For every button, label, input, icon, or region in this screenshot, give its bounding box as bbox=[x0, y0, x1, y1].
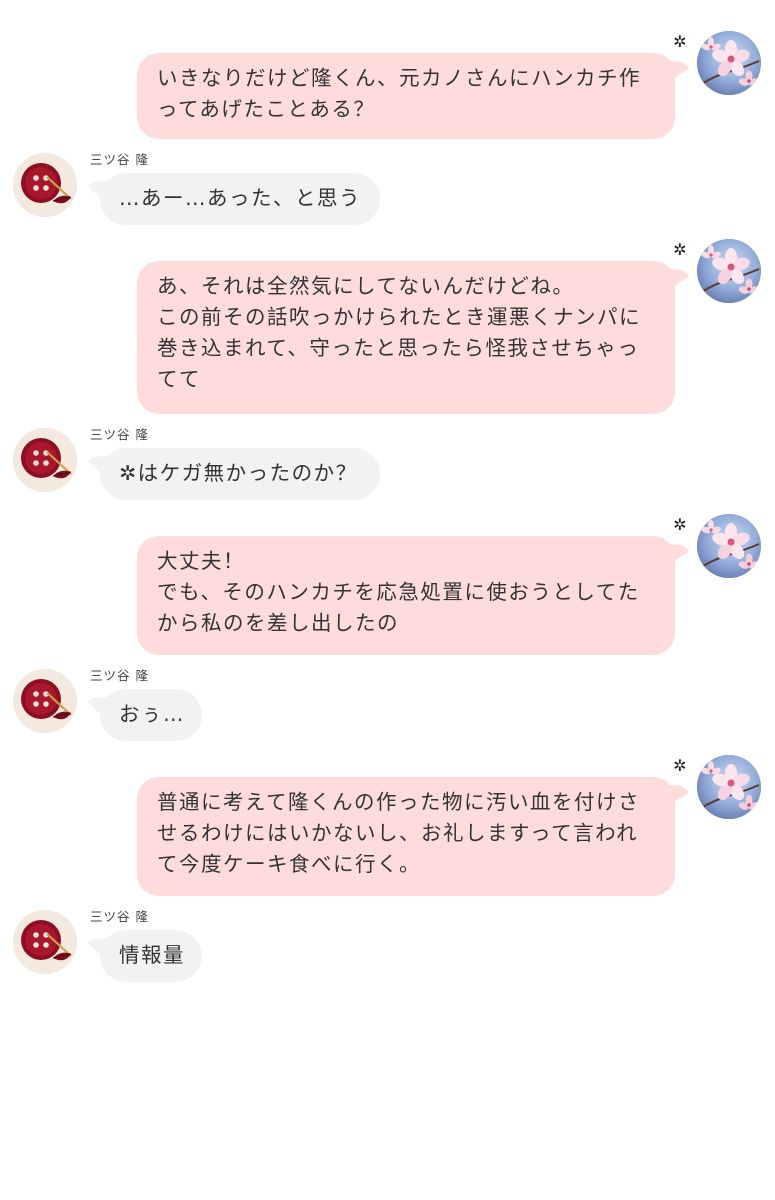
message-bubble[interactable]: おぅ… bbox=[100, 689, 202, 741]
cherry-blossom-icon bbox=[697, 755, 761, 819]
self-avatar[interactable] bbox=[697, 239, 761, 303]
message-bubble[interactable]: ✲はケガ無かったのか？ bbox=[100, 448, 380, 500]
cherry-blossom-icon bbox=[697, 514, 761, 578]
sender-name: 三ツ谷 隆 bbox=[90, 668, 149, 683]
other-avatar[interactable] bbox=[13, 428, 77, 492]
red-button-needle-icon bbox=[13, 910, 77, 974]
message-bubble[interactable]: 情報量 bbox=[100, 930, 202, 982]
red-button-needle-icon bbox=[13, 669, 77, 733]
sender-name: 三ツ谷 隆 bbox=[90, 427, 149, 442]
red-button-needle-icon bbox=[13, 153, 77, 217]
sender-name: 三ツ谷 隆 bbox=[90, 909, 149, 924]
message-bubble[interactable]: あ、それは全然気にしてないんだけどね。 この前その話吹っかけられたとき運悪くナン… bbox=[137, 261, 675, 414]
self-name-mark: ✲ bbox=[673, 756, 687, 775]
cherry-blossom-icon bbox=[697, 31, 761, 95]
other-avatar[interactable] bbox=[13, 910, 77, 974]
self-name-mark: ✲ bbox=[673, 32, 687, 51]
self-name-mark: ✲ bbox=[673, 240, 687, 259]
chat-thread: ✲ いきなりだけど隆くん、元カノさんにハンカチ作ってあげたことある？ 三ツ谷 隆… bbox=[0, 0, 775, 1200]
message-bubble[interactable]: いきなりだけど隆くん、元カノさんにハンカチ作ってあげたことある？ bbox=[137, 53, 675, 139]
message-bubble[interactable]: 普通に考えて隆くんの作った物に汚い血を付けさせるわけにはいかないし、お礼しますっ… bbox=[137, 777, 675, 896]
self-avatar[interactable] bbox=[697, 31, 761, 95]
other-avatar[interactable] bbox=[13, 669, 77, 733]
message-bubble[interactable]: …あー…あった、と思う bbox=[100, 173, 380, 225]
self-avatar[interactable] bbox=[697, 514, 761, 578]
message-bubble[interactable]: 大丈夫！ でも、そのハンカチを応急処置に使おうとしてたから私のを差し出したの bbox=[137, 536, 675, 655]
cherry-blossom-icon bbox=[697, 239, 761, 303]
red-button-needle-icon bbox=[13, 428, 77, 492]
other-avatar[interactable] bbox=[13, 153, 77, 217]
self-name-mark: ✲ bbox=[673, 515, 687, 534]
sender-name: 三ツ谷 隆 bbox=[90, 152, 149, 167]
self-avatar[interactable] bbox=[697, 755, 761, 819]
